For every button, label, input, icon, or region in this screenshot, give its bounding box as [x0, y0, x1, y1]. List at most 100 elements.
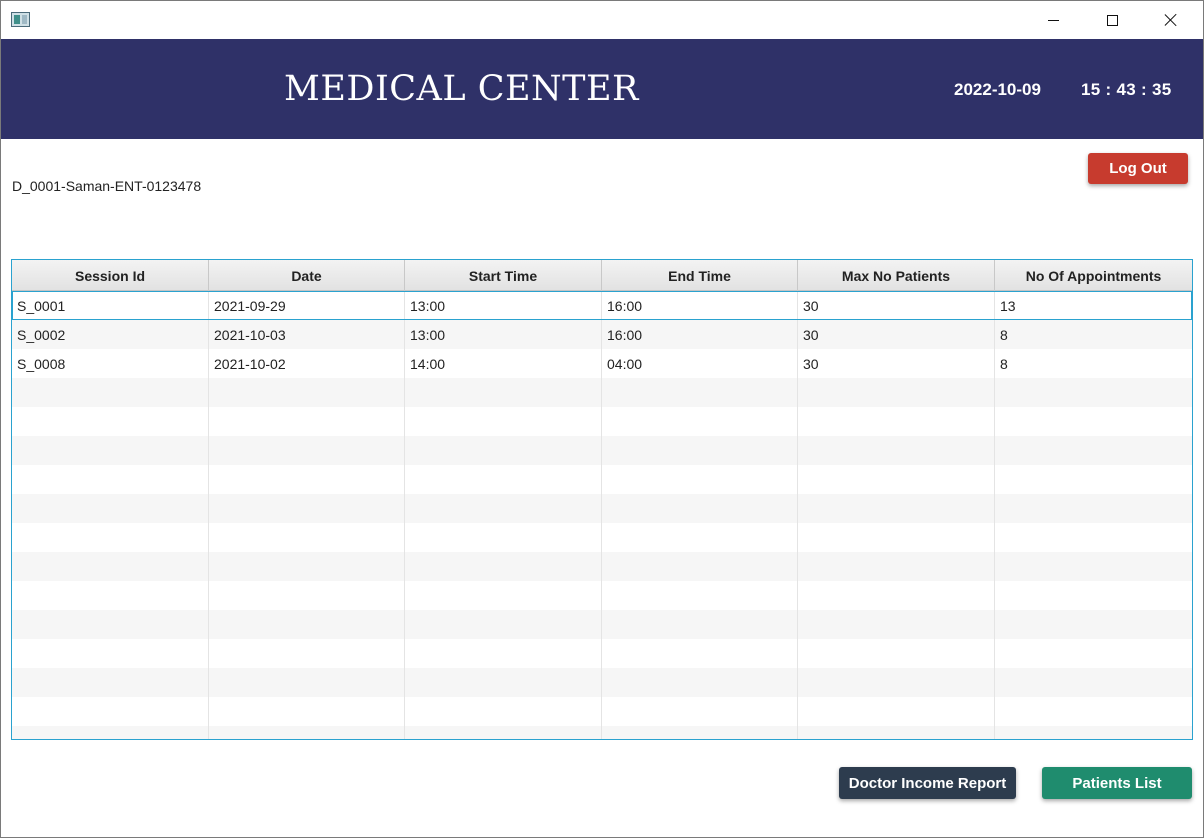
- column-header[interactable]: Max No Patients: [798, 260, 995, 291]
- table-cell: 16:00: [602, 291, 798, 320]
- table-cell: [602, 668, 798, 697]
- table-cell: [405, 523, 602, 552]
- current-time: 15 : 43 : 35: [1081, 80, 1172, 99]
- table-cell: [798, 494, 995, 523]
- doctor-income-report-button[interactable]: Doctor Income Report: [839, 767, 1016, 799]
- table-cell: [798, 726, 995, 739]
- table-cell: [602, 581, 798, 610]
- table-cell: [12, 378, 209, 407]
- table-cell: [995, 610, 1192, 639]
- table-cell: [995, 581, 1192, 610]
- table-cell: [798, 668, 995, 697]
- table-cell: [798, 523, 995, 552]
- table-cell: [209, 668, 405, 697]
- table-cell: [405, 552, 602, 581]
- table-cell: 30: [798, 320, 995, 349]
- table-cell: [405, 581, 602, 610]
- table-cell: 30: [798, 291, 995, 320]
- table-cell: [798, 465, 995, 494]
- empty-table-row[interactable]: [12, 407, 1192, 436]
- table-cell: [602, 436, 798, 465]
- patients-list-button[interactable]: Patients List: [1042, 767, 1192, 799]
- table-cell: [798, 378, 995, 407]
- table-cell: [209, 552, 405, 581]
- table-cell: [405, 407, 602, 436]
- column-header[interactable]: No Of Appointments: [995, 260, 1192, 291]
- table-cell: [995, 407, 1192, 436]
- column-header[interactable]: End Time: [602, 260, 798, 291]
- table-cell: 2021-09-29: [209, 291, 405, 320]
- table-cell: [209, 726, 405, 739]
- table-cell: 04:00: [602, 349, 798, 378]
- table-cell: [405, 465, 602, 494]
- table-cell: [602, 697, 798, 726]
- empty-table-row[interactable]: [12, 378, 1192, 407]
- table-cell: 13: [1000, 297, 1016, 314]
- table-cell: [405, 378, 602, 407]
- table-cell: [798, 610, 995, 639]
- table-cell: [602, 639, 798, 668]
- empty-table-row[interactable]: [12, 494, 1192, 523]
- table-cell: [405, 610, 602, 639]
- table-cell: [12, 581, 209, 610]
- empty-table-row[interactable]: [12, 668, 1192, 697]
- maximize-button[interactable]: [1083, 1, 1141, 39]
- column-header[interactable]: Date: [209, 260, 405, 291]
- table-cell: [209, 436, 405, 465]
- table-body: S_0001 2021-09-29 13:00 16:00 30 13 S_0002 2021…: [12, 291, 1192, 739]
- sessions-table[interactable]: Session Id Date Start Time End Time Max No P…: [11, 259, 1193, 740]
- table-cell: [995, 552, 1192, 581]
- table-cell: [209, 697, 405, 726]
- empty-table-row[interactable]: [12, 552, 1192, 581]
- table-row[interactable]: S_0008 2021-10-02 14:00 04:00 30 8: [12, 349, 1192, 378]
- table-row[interactable]: S_0001 2021-09-29 13:00 16:00 30 13: [12, 291, 1192, 320]
- table-cell: [995, 494, 1192, 523]
- doctor-info-label: D_0001-Saman-ENT-0123478: [12, 178, 202, 194]
- table-cell: [995, 668, 1192, 697]
- table-cell: [12, 407, 209, 436]
- table-cell: [798, 639, 995, 668]
- column-header[interactable]: Start Time: [405, 260, 602, 291]
- empty-table-row[interactable]: [12, 697, 1192, 726]
- table-cell: S_0002: [12, 320, 209, 349]
- empty-table-row[interactable]: [12, 523, 1192, 552]
- table-cell: [602, 552, 798, 581]
- empty-table-row[interactable]: [12, 465, 1192, 494]
- empty-table-row[interactable]: [12, 610, 1192, 639]
- table-cell: [12, 436, 209, 465]
- table-cell: [798, 436, 995, 465]
- empty-table-row[interactable]: [12, 726, 1192, 739]
- table-cell: [798, 581, 995, 610]
- close-button[interactable]: [1142, 1, 1200, 39]
- table-cell: [12, 552, 209, 581]
- table-cell: [995, 523, 1192, 552]
- current-date: 2022-10-09: [954, 80, 1041, 99]
- table-cell: 16:00: [602, 320, 798, 349]
- empty-table-row[interactable]: [12, 581, 1192, 610]
- title-bar[interactable]: [1, 1, 1203, 39]
- table-cell: [209, 378, 405, 407]
- column-header[interactable]: Session Id: [12, 260, 209, 291]
- table-cell: [209, 581, 405, 610]
- table-cell: 2021-10-02: [209, 349, 405, 378]
- table-cell: [12, 494, 209, 523]
- empty-table-row[interactable]: [12, 639, 1192, 668]
- logout-button[interactable]: Log Out: [1088, 153, 1188, 184]
- table-cell: [602, 407, 798, 436]
- table-cell: [405, 697, 602, 726]
- table-cell: [405, 639, 602, 668]
- app-title: MEDICAL CENTER: [284, 69, 639, 109]
- table-cell: [209, 407, 405, 436]
- empty-table-row[interactable]: [12, 436, 1192, 465]
- table-cell: [798, 552, 995, 581]
- table-cell: [12, 726, 209, 739]
- table-cell: [405, 436, 602, 465]
- table-cell: [798, 407, 995, 436]
- table-cell: [12, 610, 209, 639]
- header-banner: MEDICAL CENTER 2022-10-09 15 : 43 : 35: [1, 39, 1203, 139]
- minimize-button[interactable]: [1024, 1, 1082, 39]
- table-row[interactable]: S_0002 2021-10-03 13:00 16:00 30 8: [12, 320, 1192, 349]
- table-cell: 30: [798, 349, 995, 378]
- table-cell: [995, 639, 1192, 668]
- table-cell: [602, 494, 798, 523]
